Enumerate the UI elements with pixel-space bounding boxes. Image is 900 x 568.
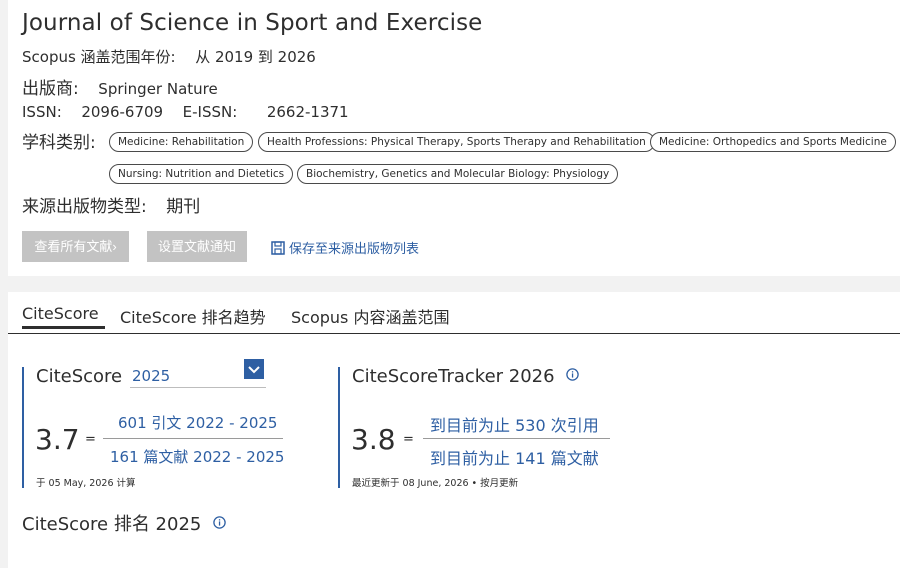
view-all-documents-label: 查看所有文献 (34, 239, 113, 254)
tracker-citations-link[interactable]: 到目前为止 530 次引用 (430, 412, 599, 436)
subject-chip[interactable]: Medicine: Orthopedics and Sports Medicin… (650, 132, 896, 152)
citescore-panel-bar (22, 367, 24, 488)
save-icon (271, 241, 285, 255)
subject-label: 学科类别: (22, 133, 96, 153)
citescore-fraction-line (103, 438, 283, 439)
tab-citescore-rank-trend[interactable]: CiteScore 排名趋势 (120, 304, 266, 328)
metrics-card: CiteScore CiteScore 排名趋势 Scopus 内容涵盖范围 C… (8, 292, 900, 568)
publisher-row: 出版商: Springer Nature (22, 74, 218, 99)
tracker-value: 3.8 (351, 423, 396, 456)
info-icon[interactable] (213, 516, 226, 529)
tabs-divider (8, 333, 900, 334)
source-type-row: 来源出版物类型: 期刊 (22, 192, 200, 217)
citescore-equals: = (85, 432, 96, 447)
tracker-fraction-line (423, 438, 610, 439)
chevron-down-icon (248, 366, 260, 374)
publisher-label: 出版商: (22, 79, 79, 99)
issn-row: ISSN: 2096-6709 E-ISSN: 2662-1371 (22, 103, 349, 121)
subject-row: 学科类别: (22, 128, 96, 153)
citescore-title: CiteScore (36, 366, 123, 387)
subject-chip[interactable]: Medicine: Rehabilitation (109, 132, 254, 152)
ranking-title-row: CiteScore 排名 2025 (22, 510, 226, 536)
journal-title: Journal of Science in Sport and Exercise (22, 10, 483, 36)
source-details-card: Journal of Science in Sport and Exercise… (8, 0, 900, 276)
save-to-source-list-label: 保存至来源出版物列表 (289, 242, 420, 257)
issn-label: ISSN: (22, 103, 62, 121)
tracker-update-note: 最近更新于 08 June, 2026 • 按月更新 (352, 478, 519, 489)
coverage-row: Scopus 涵盖范围年份: 从 2019 到 2026 (22, 46, 316, 67)
tab-scopus-coverage[interactable]: Scopus 内容涵盖范围 (291, 304, 449, 328)
chevron-right-icon: › (112, 239, 117, 254)
coverage-label: Scopus 涵盖范围年份: (22, 48, 176, 66)
subject-chip[interactable]: Nursing: Nutrition and Dietetics (109, 164, 294, 184)
citescore-citations-link[interactable]: 601 引文 2022 - 2025 (118, 412, 277, 433)
issn-value: 2096-6709 (81, 103, 164, 121)
tracker-title-row: CiteScoreTracker 2026 (352, 366, 580, 387)
year-dropdown-button[interactable] (244, 359, 264, 379)
tracker-equals: = (403, 432, 414, 447)
ranking-title: CiteScore 排名 2025 (22, 514, 202, 535)
tracker-documents-link[interactable]: 到目前为止 141 篇文献 (430, 445, 599, 469)
eissn-label: E-ISSN: (182, 103, 238, 121)
subject-chip[interactable]: Biochemistry, Genetics and Molecular Bio… (297, 164, 619, 184)
citescore-calculated-note: 于 05 May, 2026 计算 (36, 478, 136, 489)
info-icon[interactable] (566, 368, 580, 381)
citescore-value: 3.7 (35, 423, 80, 456)
set-document-alert-label: 设置文献通知 (157, 239, 236, 254)
citescore-year-value: 2025 (132, 367, 171, 385)
coverage-value: 从 2019 到 2026 (195, 48, 316, 66)
save-to-source-list-link[interactable]: 保存至来源出版物列表 (271, 238, 419, 257)
active-tab-indicator (22, 326, 105, 329)
publisher-value: Springer Nature (98, 80, 218, 98)
tracker-title: CiteScoreTracker 2026 (352, 366, 555, 387)
source-type-value: 期刊 (166, 197, 201, 217)
eissn-value: 2662-1371 (266, 103, 349, 121)
set-document-alert-button[interactable]: 设置文献通知 (147, 231, 247, 262)
source-type-label: 来源出版物类型: (22, 197, 147, 217)
tracker-panel-bar (338, 367, 340, 488)
view-all-documents-button[interactable]: 查看所有文献› (22, 231, 129, 262)
citescore-documents-link[interactable]: 161 篇文献 2022 - 2025 (110, 446, 284, 467)
subject-chip[interactable]: Health Professions: Physical Therapy, Sp… (258, 132, 655, 152)
